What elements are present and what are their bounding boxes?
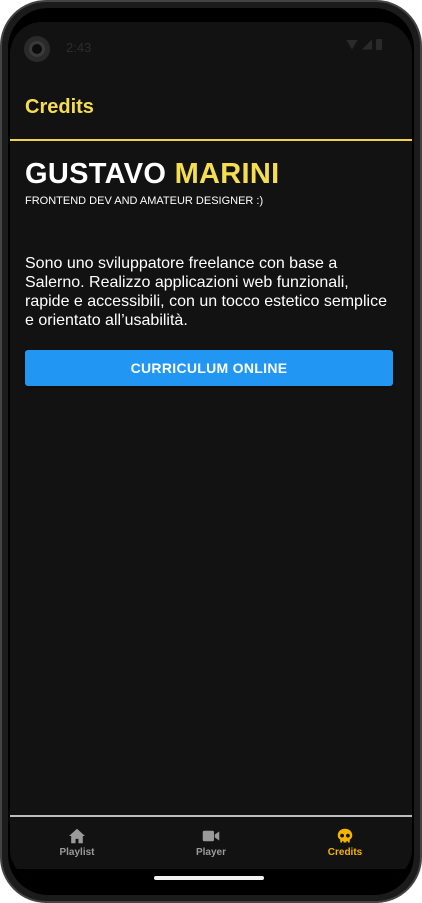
status-bar: 2:43 <box>10 22 412 68</box>
device-bezel: 2:43 Credits GUSTAVO MARINI FRONTEND DEV… <box>8 8 414 895</box>
battery-icon <box>376 39 382 50</box>
tab-credits-label: Credits <box>327 846 363 858</box>
last-name: MARINI <box>174 158 280 190</box>
wifi-icon <box>346 39 358 50</box>
front-camera-icon <box>24 36 50 62</box>
home-icon <box>69 828 85 843</box>
device-frame: 2:43 Credits GUSTAVO MARINI FRONTEND DEV… <box>0 0 422 903</box>
developer-name: GUSTAVO MARINI <box>25 158 279 191</box>
cell-signal-icon <box>362 39 372 50</box>
curriculum-online-button[interactable]: CURRICULUM ONLINE <box>25 350 393 386</box>
tagline: FRONTEND DEV AND AMATEUR DESIGNER :) <box>25 195 264 207</box>
bottom-tab-bar: Playlist Player Credits <box>10 815 412 869</box>
page-title: Credits <box>25 96 94 118</box>
home-indicator[interactable] <box>154 876 264 880</box>
tab-playlist-label: Playlist <box>59 846 95 858</box>
bio-text: Sono uno sviluppatore freelance con base… <box>25 255 387 329</box>
status-time: 2:43 <box>66 40 92 55</box>
app-screen: 2:43 Credits GUSTAVO MARINI FRONTEND DEV… <box>10 22 412 881</box>
tab-credits[interactable]: Credits <box>278 817 412 869</box>
skull-icon <box>337 828 353 843</box>
first-name: GUSTAVO <box>25 158 167 190</box>
app-header: Credits <box>10 68 412 141</box>
video-camera-icon <box>202 830 220 841</box>
tab-player[interactable]: Player <box>144 817 278 869</box>
tab-playlist[interactable]: Playlist <box>10 817 144 869</box>
status-icons <box>346 39 382 50</box>
tab-player-label: Player <box>195 846 227 858</box>
